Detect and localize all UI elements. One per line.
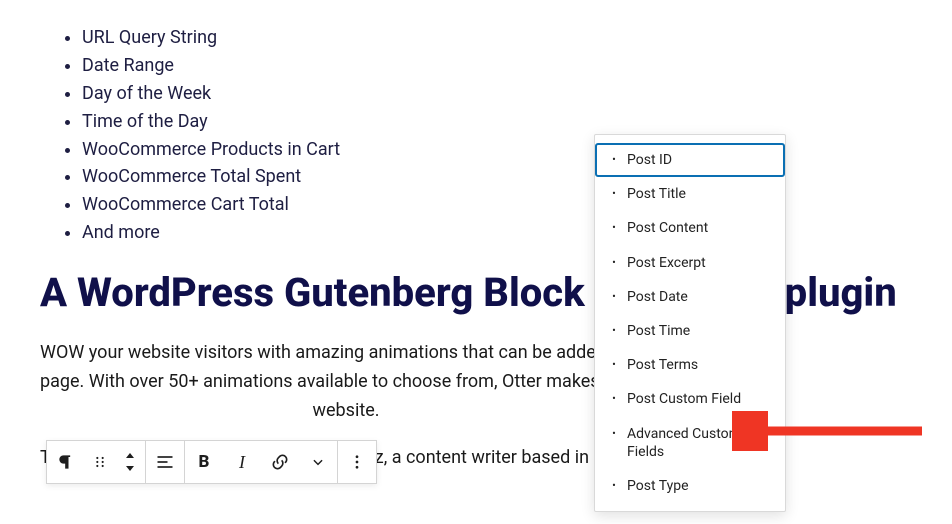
dynamic-fields-popover: •Post ID•Post Title•Post Content•Post Ex… bbox=[594, 134, 786, 512]
feature-list-item: WooCommerce Products in Cart bbox=[82, 136, 912, 164]
bold-icon: B bbox=[199, 452, 210, 472]
popover-item-label: Post ID bbox=[621, 151, 771, 169]
more-vertical-icon bbox=[348, 453, 366, 471]
bullet-icon: • bbox=[607, 185, 621, 203]
more-richtext-button[interactable] bbox=[299, 441, 337, 483]
popover-item[interactable]: •Post Content bbox=[595, 211, 785, 245]
italic-icon: I bbox=[239, 452, 245, 473]
popover-item-label: Advanced Custom Fields bbox=[621, 425, 771, 461]
paragraph-text-2: page. With over 50+ animations available… bbox=[40, 371, 608, 392]
link-icon bbox=[270, 452, 290, 472]
bullet-icon: • bbox=[607, 288, 621, 306]
feature-list-item: Day of the Week bbox=[82, 80, 912, 108]
popover-item-label: Post Excerpt bbox=[621, 254, 771, 272]
feature-list-item: WooCommerce Cart Total bbox=[82, 191, 912, 219]
feature-list-item: WooCommerce Total Spent bbox=[82, 163, 912, 191]
popover-item-label: Post Content bbox=[621, 219, 771, 237]
popover-item[interactable]: •Post Title bbox=[595, 177, 785, 211]
popover-item-label: Post Date bbox=[621, 288, 771, 306]
popover-item-label: Post Custom Field bbox=[621, 390, 771, 408]
italic-button[interactable]: I bbox=[223, 441, 261, 483]
options-button[interactable] bbox=[338, 441, 376, 483]
bullet-icon: • bbox=[607, 219, 621, 237]
bullet-icon: • bbox=[607, 425, 621, 443]
feature-list-item: URL Query String bbox=[82, 24, 912, 52]
popover-item[interactable]: •Post Terms bbox=[595, 348, 785, 382]
bullet-icon: • bbox=[607, 322, 621, 340]
feature-list-item: And more bbox=[82, 219, 912, 247]
bold-button[interactable]: B bbox=[185, 441, 223, 483]
move-buttons[interactable] bbox=[115, 441, 145, 483]
chevron-down-icon bbox=[311, 455, 325, 469]
popover-item[interactable]: •Post Custom Field bbox=[595, 382, 785, 416]
popover-item[interactable]: •Post ID bbox=[595, 143, 785, 177]
popover-item-label: Post Time bbox=[621, 322, 771, 340]
align-button[interactable] bbox=[146, 441, 184, 483]
bullet-icon: • bbox=[607, 151, 621, 169]
paragraph-text-1: WOW your website visitors with amazing a… bbox=[40, 342, 606, 363]
move-icon bbox=[123, 451, 137, 473]
bullet-icon: • bbox=[607, 356, 621, 374]
popover-item[interactable]: •Post Type bbox=[595, 469, 785, 503]
block-type-button[interactable] bbox=[47, 441, 85, 483]
popover-item-label: Post Type bbox=[621, 477, 771, 495]
popover-item[interactable]: •Post Excerpt bbox=[595, 246, 785, 280]
drag-handle[interactable] bbox=[85, 441, 115, 483]
bullet-icon: • bbox=[607, 390, 621, 408]
feature-list-item: Date Range bbox=[82, 52, 912, 80]
popover-item[interactable]: •Advanced Custom Fields bbox=[595, 417, 785, 469]
bullet-icon: • bbox=[607, 254, 621, 272]
popover-item-label: Post Title bbox=[621, 185, 771, 203]
align-left-icon bbox=[155, 452, 175, 472]
popover-item[interactable]: •Post Time bbox=[595, 314, 785, 348]
editor-content: URL Query StringDate RangeDay of the Wee… bbox=[0, 24, 952, 472]
bullet-icon: • bbox=[607, 477, 621, 495]
drag-icon bbox=[92, 454, 108, 470]
paragraph-icon bbox=[56, 452, 76, 472]
link-button[interactable] bbox=[261, 441, 299, 483]
popover-item-label: Post Terms bbox=[621, 356, 771, 374]
paragraph-text-3: website. bbox=[312, 400, 379, 421]
popover-item[interactable]: •Post Date bbox=[595, 280, 785, 314]
feature-list-item: Time of the Day bbox=[82, 108, 912, 136]
block-toolbar: B I bbox=[46, 440, 377, 484]
